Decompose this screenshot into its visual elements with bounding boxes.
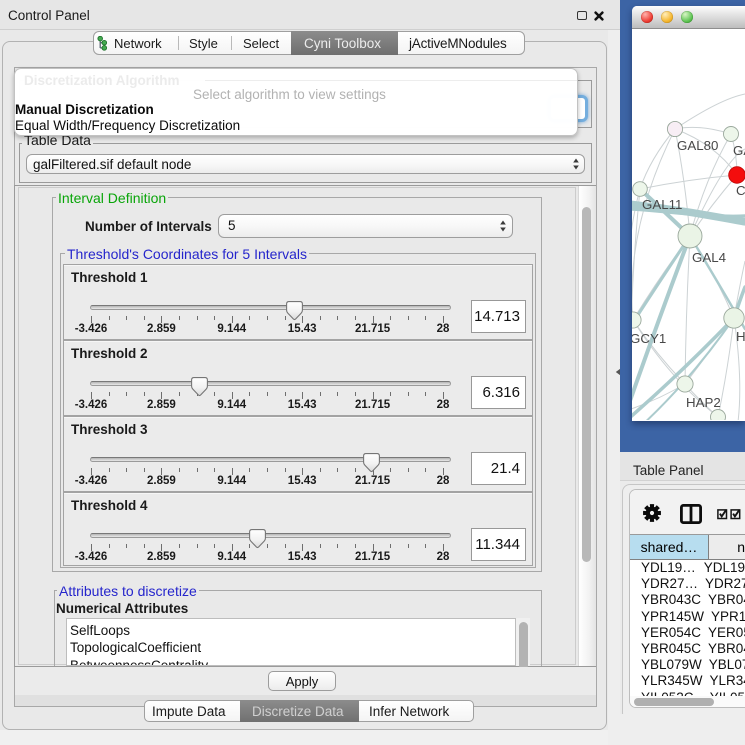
- svg-text:GCY1: GCY1: [632, 331, 666, 346]
- svg-text:GA: GA: [733, 143, 745, 158]
- svg-text:HAP2: HAP2: [686, 395, 721, 410]
- svg-text:GAL4: GAL4: [692, 250, 726, 265]
- svg-text:C: C: [736, 183, 745, 198]
- svg-text:GAL11: GAL11: [642, 197, 682, 212]
- svg-text:H: H: [736, 329, 745, 344]
- svg-text:GAL80: GAL80: [677, 138, 718, 153]
